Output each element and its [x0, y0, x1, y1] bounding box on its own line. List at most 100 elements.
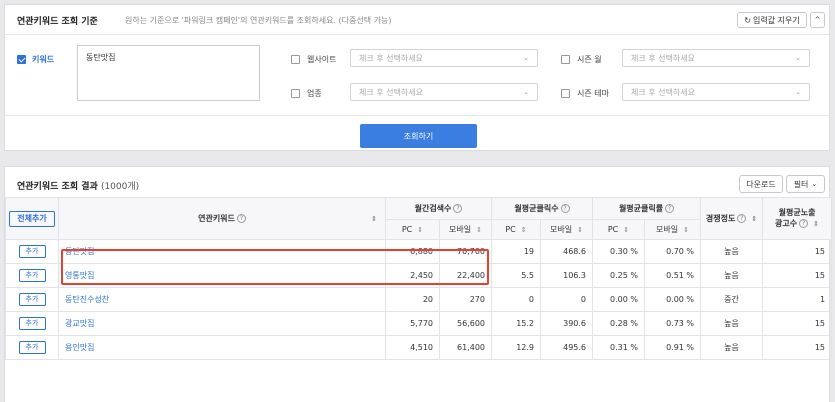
season-month-checkbox[interactable] [561, 55, 570, 64]
sort-icon[interactable]: ⇕ [623, 226, 629, 234]
competition-cell: 중간 [700, 287, 764, 312]
related-keyword-table: 전체추가 연관키워드? ⇕ 월간검색수? 월평균클릭수? 월평균클릭률? 경쟁정… [5, 197, 833, 360]
reset-inputs-button[interactable]: ↻ 입력값 지우기 [737, 12, 807, 28]
add-keyword-button[interactable]: 추가 [18, 317, 46, 330]
collapse-panel-button[interactable]: ^ [810, 12, 825, 28]
help-icon[interactable]: ? [737, 214, 747, 223]
competition-cell: 높음 [700, 335, 764, 360]
website-select[interactable]: 체크 후 선택하세요 ⌄ [350, 49, 538, 67]
header-monthly-avg-ctr: 월평균클릭률? [592, 197, 702, 220]
mobile-click-cell: 0 [539, 287, 594, 312]
help-icon[interactable]: ? [236, 214, 246, 223]
chevron-up-icon: ^ [814, 16, 821, 24]
pc-ctr-cell: 0.00 % [592, 287, 646, 312]
mobile-ctr-cell: 0.70 % [644, 239, 702, 264]
keyword-link[interactable]: 영통맛집 [65, 271, 94, 280]
header-mobile-searches[interactable]: 모바일 ⇕ [439, 219, 492, 240]
season-theme-select[interactable]: 체크 후 선택하세요 ⌄ [622, 83, 810, 101]
ad-count-cell: 15 [762, 311, 833, 336]
header-avg-ad-count[interactable]: 월평균노출 광고수? ⇕ [762, 197, 833, 240]
keyword-input[interactable]: 동탄맛집 [77, 45, 260, 101]
chevron-down-icon: ⌄ [795, 88, 801, 96]
header-pc-clicks[interactable]: PC ⇕ [491, 219, 541, 240]
pc-ctr-cell: 0.28 % [592, 311, 646, 336]
add-keyword-button[interactable]: 추가 [18, 293, 46, 306]
competition-cell: 높음 [700, 311, 764, 336]
industry-label: 업종 [307, 89, 322, 98]
mobile-click-cell: 390.6 [539, 311, 594, 336]
keyword-link[interactable]: 동탄진수성찬 [65, 295, 109, 304]
header-pc-ctr[interactable]: PC ⇕ [592, 219, 646, 240]
keyword-link[interactable]: 광교맛집 [65, 319, 94, 328]
season-theme-checkbox[interactable] [561, 89, 570, 98]
filter-button[interactable]: 필터 ⌄ [786, 175, 825, 193]
industry-select[interactable]: 체크 후 선택하세요 ⌄ [350, 83, 538, 101]
keyword-link[interactable]: 동탄맛집 [65, 247, 94, 256]
chevron-down-icon: ⌄ [523, 88, 529, 96]
results-title: 연관키워드 조회 결과 (1000개) [17, 182, 140, 192]
chevron-down-icon: ⌄ [811, 180, 818, 188]
sort-icon[interactable]: ⇕ [371, 215, 377, 223]
header-pc-searches[interactable]: PC ⇕ [385, 219, 440, 240]
chevron-down-icon: ⌄ [795, 54, 801, 62]
competition-cell: 높음 [700, 239, 764, 264]
industry-checkbox[interactable] [291, 89, 300, 98]
pc-click-cell: 12.9 [491, 335, 541, 360]
refresh-icon: ↻ [744, 15, 751, 25]
divider [5, 34, 829, 35]
mobile-search-cell: 61,400 [439, 335, 492, 360]
keyword-input-value: 동탄맛집 [86, 53, 116, 62]
help-icon[interactable]: ? [560, 204, 570, 213]
help-icon[interactable]: ? [453, 204, 463, 213]
pc-ctr-cell: 0.25 % [592, 263, 646, 288]
help-icon[interactable]: ? [799, 219, 809, 228]
chevron-down-icon: ⌄ [523, 54, 529, 62]
sort-icon[interactable]: ⇕ [417, 226, 423, 234]
pc-search-cell: 20 [385, 287, 440, 312]
sort-icon[interactable]: ⇕ [813, 220, 819, 228]
keyword-checkbox[interactable] [17, 55, 26, 64]
search-submit-button[interactable]: 조회하기 [360, 124, 477, 148]
pc-search-cell: 4,510 [385, 335, 440, 360]
season-theme-label: 시즌 테마 [577, 89, 609, 98]
search-panel-description: 원하는 기준으로 '파워링크 캠페인'의 연관키워드를 조회하세요. (다중선택… [125, 16, 392, 25]
season-month-label: 시즌 월 [577, 55, 602, 64]
header-competition[interactable]: 경쟁정도? ⇕ [700, 197, 764, 240]
header-mobile-clicks[interactable]: 모바일 ⇕ [539, 219, 594, 240]
header-keyword[interactable]: 연관키워드? ⇕ [58, 197, 386, 240]
competition-cell: 높음 [700, 263, 764, 288]
table-row: 추가 광교맛집 5,770 56,600 15.2 390.6 0.28 % 0… [5, 311, 833, 336]
results-count: (1000개) [100, 182, 140, 192]
pc-search-cell: 6,880 [385, 239, 440, 264]
ad-count-cell: 15 [762, 263, 833, 288]
add-keyword-button[interactable]: 추가 [18, 245, 46, 258]
mobile-search-cell: 270 [439, 287, 492, 312]
mobile-click-cell: 106.3 [539, 263, 594, 288]
table-row: 추가 영통맛집 2,450 22,400 5.5 106.3 0.25 % 0.… [5, 263, 833, 288]
sort-icon[interactable]: ⇕ [683, 226, 689, 234]
mobile-ctr-cell: 0.00 % [644, 287, 702, 312]
pc-click-cell: 0 [491, 287, 541, 312]
sort-icon[interactable]: ⇕ [751, 215, 757, 223]
sort-icon[interactable]: ⇕ [476, 226, 482, 234]
add-all-button[interactable]: 전체추가 [9, 210, 55, 227]
table-row: 추가 동탄진수성찬 20 270 0 0 0.00 % 0.00 % 중간 1 [5, 287, 833, 312]
mobile-search-cell: 22,400 [439, 263, 492, 288]
ad-count-cell: 1 [762, 287, 833, 312]
table-row: 추가 용인맛집 4,510 61,400 12.9 495.6 0.31 % 0… [5, 335, 833, 360]
help-icon[interactable]: ? [665, 204, 675, 213]
keyword-link[interactable]: 용인맛집 [65, 343, 94, 352]
divider [5, 115, 829, 116]
sort-icon[interactable]: ⇕ [577, 226, 583, 234]
mobile-click-cell: 468.6 [539, 239, 594, 264]
add-keyword-button[interactable]: 추가 [18, 269, 46, 282]
add-keyword-button[interactable]: 추가 [18, 341, 46, 354]
mobile-ctr-cell: 0.91 % [644, 335, 702, 360]
header-mobile-ctr[interactable]: 모바일 ⇕ [644, 219, 702, 240]
website-checkbox[interactable] [291, 55, 300, 64]
sort-icon[interactable]: ⇕ [521, 226, 527, 234]
season-month-select[interactable]: 체크 후 선택하세요 ⌄ [622, 49, 810, 67]
pc-click-cell: 5.5 [491, 263, 541, 288]
mobile-search-cell: 56,600 [439, 311, 492, 336]
download-button[interactable]: 다운로드 [739, 175, 783, 193]
